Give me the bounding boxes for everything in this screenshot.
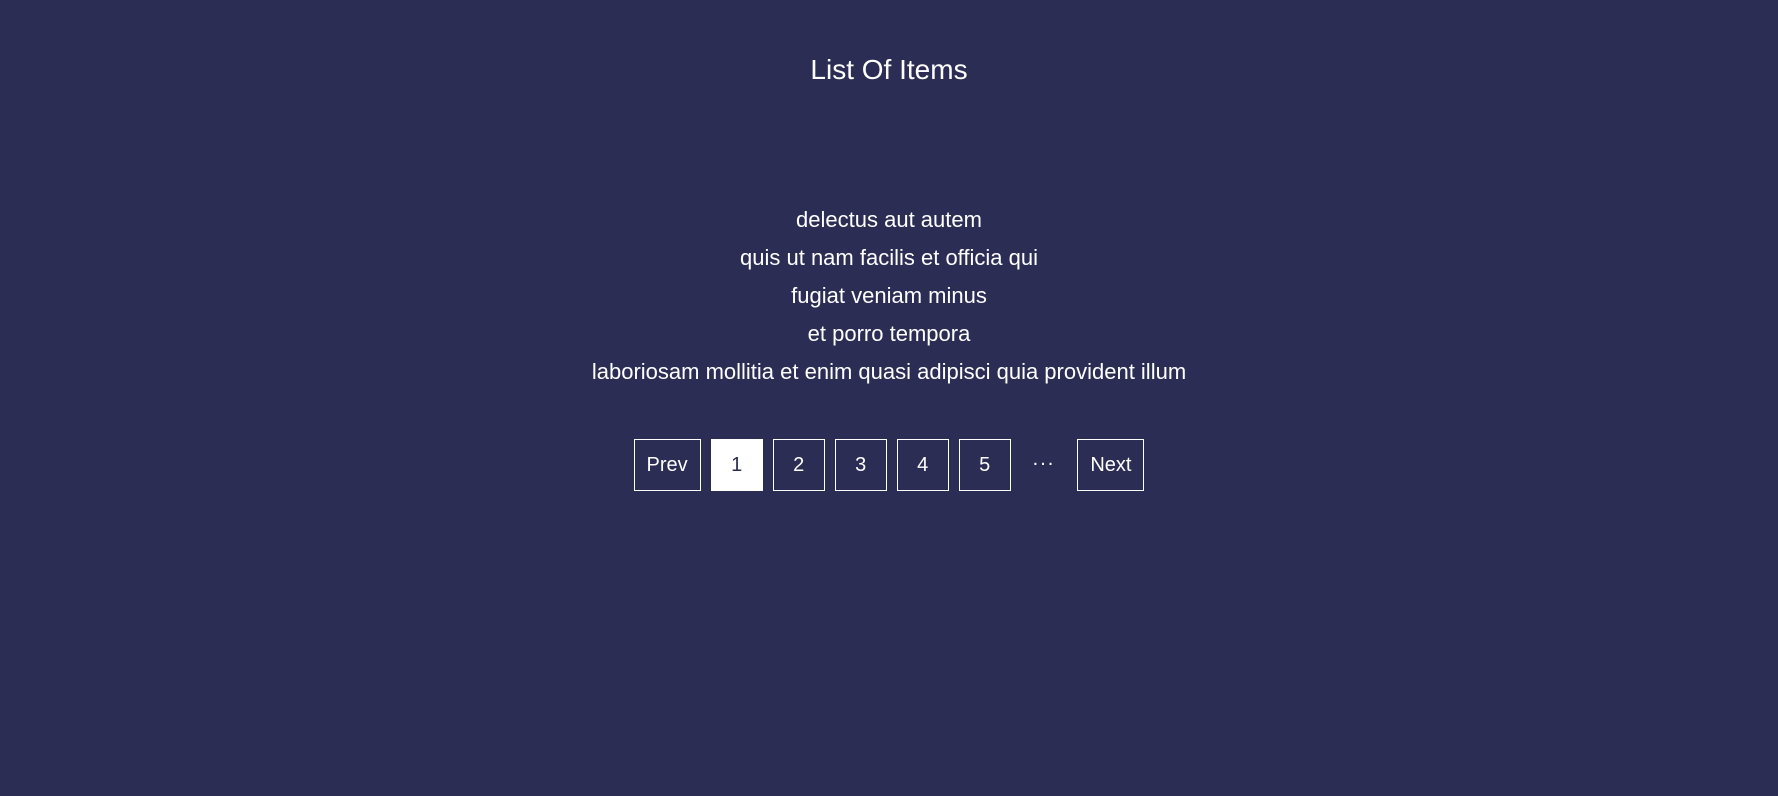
next-button[interactable]: Next — [1077, 439, 1144, 491]
page-button-3[interactable]: 3 — [835, 439, 887, 491]
page-button-1[interactable]: 1 — [711, 439, 763, 491]
page-button-4[interactable]: 4 — [897, 439, 949, 491]
page-title: List Of Items — [810, 54, 967, 86]
page-button-2[interactable]: 2 — [773, 439, 825, 491]
list-item: delectus aut autem — [796, 204, 982, 236]
items-list: delectus aut autem quis ut nam facilis e… — [592, 204, 1186, 387]
pagination: Prev 1 2 3 4 5 ... Next — [634, 439, 1145, 491]
page-button-5[interactable]: 5 — [959, 439, 1011, 491]
prev-button[interactable]: Prev — [634, 439, 701, 491]
list-item: et porro tempora — [808, 318, 971, 350]
pagination-ellipsis: ... — [1021, 448, 1068, 471]
list-item: quis ut nam facilis et officia qui — [740, 242, 1038, 274]
list-item: fugiat veniam minus — [791, 280, 987, 312]
list-item: laboriosam mollitia et enim quasi adipis… — [592, 356, 1186, 388]
